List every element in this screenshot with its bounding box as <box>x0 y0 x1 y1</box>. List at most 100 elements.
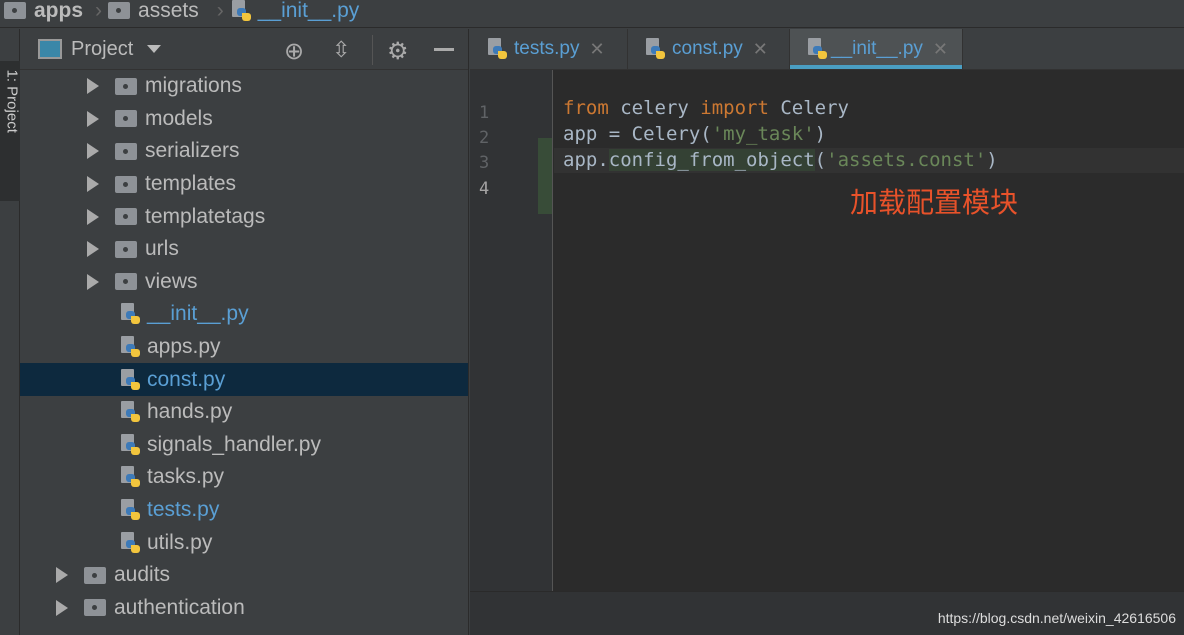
expand-arrow-icon[interactable] <box>87 208 99 225</box>
folder-icon <box>115 273 137 291</box>
tree-item[interactable]: apps.py <box>20 331 468 364</box>
tree-item[interactable]: migrations <box>20 70 468 103</box>
python-file-icon <box>119 368 141 391</box>
folder-icon <box>115 77 137 95</box>
project-view-icon <box>38 39 62 59</box>
folder-icon <box>115 240 137 258</box>
tree-item-label: models <box>145 106 213 130</box>
tree-item-label: const.py <box>147 367 226 391</box>
tree-item[interactable]: serializers <box>20 135 468 168</box>
tree-item-label: audits <box>114 563 171 587</box>
tree-item[interactable]: urls <box>20 233 468 266</box>
project-tree: migrations models serializers templates temp… <box>20 70 468 624</box>
breadcrumb: apps › assets › __init__.py <box>0 0 1184 28</box>
expand-arrow-icon[interactable] <box>87 273 99 290</box>
watermark: https://blog.csdn.net/weixin_42616506 <box>937 610 1176 626</box>
tree-item-label: migrations <box>145 74 242 98</box>
python-file-icon <box>644 38 666 60</box>
gutter: 1 2 3 4 <box>470 70 553 621</box>
expand-arrow-icon[interactable] <box>87 110 99 127</box>
folder-icon <box>115 208 137 226</box>
expand-arrow-icon[interactable] <box>87 241 99 258</box>
folder-icon <box>84 566 106 584</box>
folder-icon <box>84 599 106 617</box>
tree-item-label: urls <box>145 237 179 261</box>
tree-item[interactable]: signals_handler.py <box>20 429 468 462</box>
collapse-all-icon[interactable]: ⇳ <box>332 37 350 63</box>
chevron-down-icon[interactable] <box>147 45 162 53</box>
tree-item-label: serializers <box>145 139 240 163</box>
line-number: 3 <box>479 153 490 173</box>
tree-item[interactable]: templates <box>20 168 468 201</box>
python-file-icon <box>119 401 141 423</box>
line-number: 1 <box>479 103 490 123</box>
tree-item[interactable]: hands.py <box>20 396 468 429</box>
tree-item[interactable]: __init__.py <box>20 298 468 331</box>
expand-arrow-icon[interactable] <box>56 599 68 616</box>
tree-item-label: hands.py <box>147 400 233 424</box>
python-file-icon <box>119 336 141 358</box>
tree-item[interactable]: tasks.py <box>20 461 468 494</box>
python-file-icon <box>230 0 252 22</box>
tree-item-label: templates <box>145 172 237 196</box>
tree-item-label: signals_handler.py <box>147 432 321 456</box>
folder-icon <box>115 142 137 160</box>
tree-item[interactable]: views <box>20 266 468 299</box>
tree-item-label: authentication <box>114 595 245 619</box>
tree-item[interactable]: models <box>20 103 468 136</box>
line-number: 2 <box>479 128 490 148</box>
folder-icon <box>4 2 26 19</box>
close-icon[interactable]: ✕ <box>589 39 604 60</box>
python-file-icon <box>486 38 508 60</box>
tree-item[interactable]: audits <box>20 559 468 592</box>
project-panel: Project ⊕ ⇳ ⚙ migrations models serializer… <box>20 29 469 635</box>
tree-item[interactable]: const.py <box>20 363 468 396</box>
close-icon[interactable]: ✕ <box>753 39 768 60</box>
code-line-4[interactable]: app.config_from_object('assets.const') <box>563 149 998 171</box>
tree-item[interactable]: utils.py <box>20 526 468 559</box>
breadcrumb-assets[interactable]: assets <box>108 0 205 23</box>
python-file-icon <box>119 499 141 521</box>
tab-const-py[interactable]: const.py ✕ <box>628 29 790 69</box>
minimize-icon[interactable] <box>434 48 454 51</box>
close-icon[interactable]: ✕ <box>933 39 948 60</box>
project-tool-button[interactable]: 1: Project <box>0 61 21 201</box>
python-file-icon <box>119 433 141 456</box>
folder-icon <box>115 110 137 128</box>
tree-item-label: utils.py <box>147 530 213 554</box>
tree-item[interactable]: tests.py <box>20 494 468 527</box>
divider <box>372 35 373 65</box>
folder-icon <box>115 175 137 193</box>
gear-icon[interactable]: ⚙ <box>387 37 409 66</box>
tree-item[interactable]: templatetags <box>20 200 468 233</box>
python-file-icon <box>806 38 827 60</box>
tool-window-strip: 1: Project <box>0 29 21 635</box>
line-number: 4 <box>479 179 490 199</box>
breadcrumb-apps[interactable]: apps <box>4 0 83 23</box>
tree-item-label: templatetags <box>145 204 266 228</box>
expand-arrow-icon[interactable] <box>87 143 99 160</box>
project-panel-header: Project ⊕ ⇳ ⚙ <box>20 29 468 70</box>
tree-item-label: __init__.py <box>147 302 249 326</box>
tree-item-label: apps.py <box>147 335 221 359</box>
vcs-change-marker <box>538 138 552 214</box>
expand-arrow-icon[interactable] <box>87 176 99 193</box>
tab-tests-py[interactable]: tests.py ✕ <box>470 29 628 69</box>
expand-arrow-icon[interactable] <box>87 78 99 95</box>
project-view-selector[interactable]: Project <box>71 38 133 61</box>
tree-item-label: views <box>145 269 198 293</box>
editor-tabs: tests.py ✕ const.py ✕ __init__.py ✕ <box>470 29 1184 70</box>
code-line-2[interactable]: from celery import Celery <box>563 97 849 119</box>
expand-arrow-icon[interactable] <box>56 567 68 584</box>
tree-item-label: tasks.py <box>147 465 225 489</box>
tree-item[interactable]: authentication <box>20 592 468 625</box>
tab-init-py[interactable]: __init__.py ✕ <box>790 29 963 69</box>
code-line-3[interactable]: app = Celery('my_task') <box>563 123 826 145</box>
chevron-right-icon: › <box>95 0 103 22</box>
locate-icon[interactable]: ⊕ <box>284 37 304 66</box>
editor: tests.py ✕ const.py ✕ __init__.py ✕ 1 2 3 4… <box>470 29 1184 635</box>
folder-icon <box>108 2 131 19</box>
annotation-text: 加载配置模块 <box>850 187 1019 218</box>
tree-item-label: tests.py <box>147 498 220 522</box>
breadcrumb-file[interactable]: __init__.py <box>230 0 366 23</box>
